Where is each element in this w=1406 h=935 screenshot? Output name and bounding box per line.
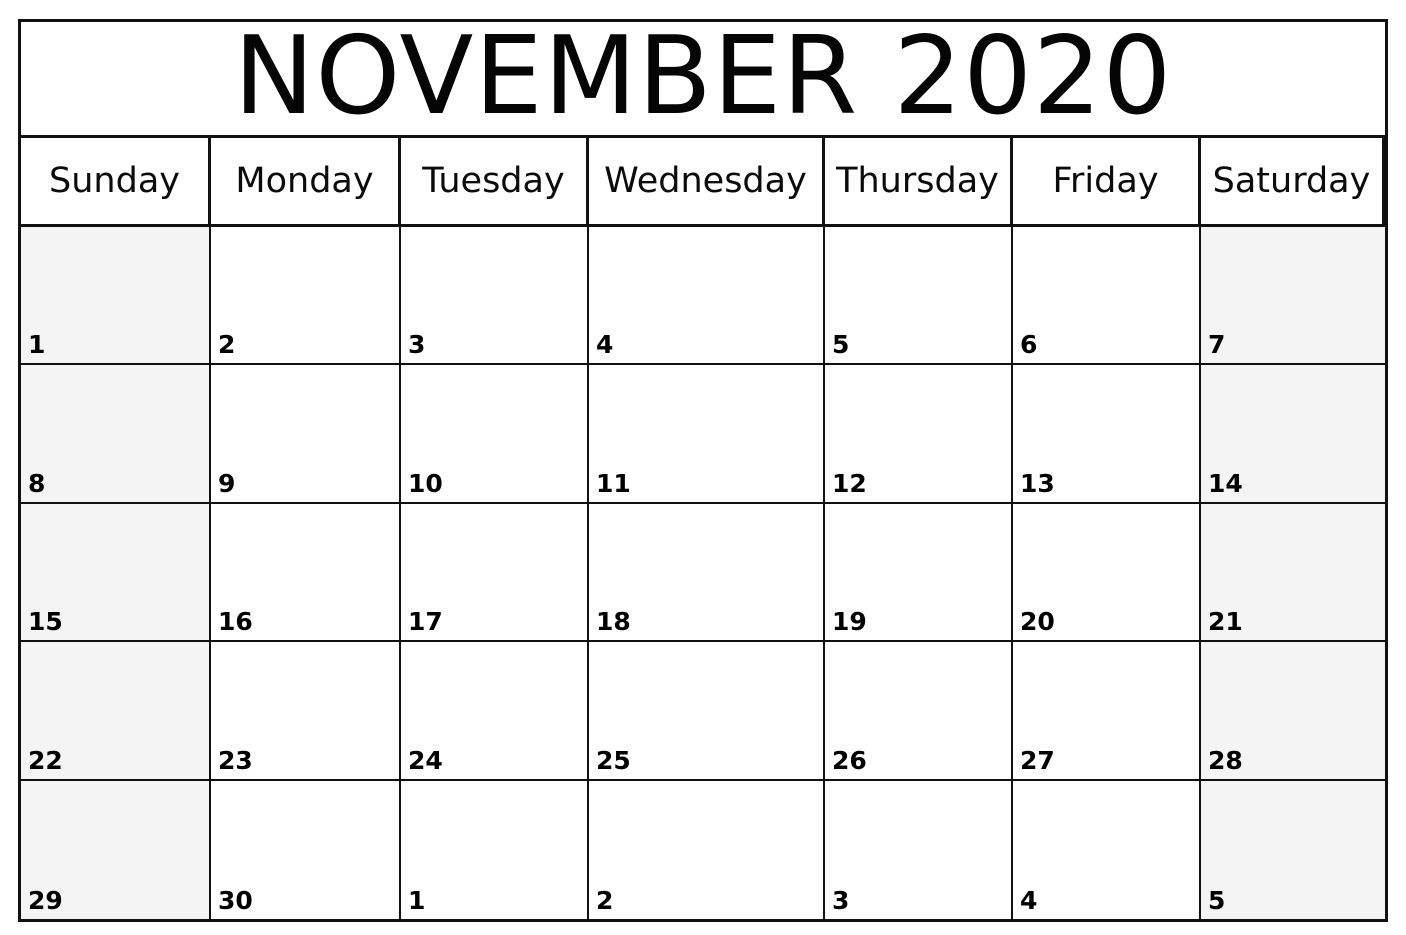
calendar-day-cell[interactable]: 1 — [401, 781, 589, 919]
calendar-day-cell[interactable]: 1 — [21, 227, 211, 365]
day-number: 20 — [1020, 607, 1055, 636]
day-number: 13 — [1020, 469, 1055, 498]
day-of-week-label: Wednesday — [604, 160, 807, 201]
calendar-day-cell[interactable]: 28 — [1201, 642, 1385, 781]
day-number: 2 — [596, 886, 614, 915]
calendar-grid: Sunday Monday Tuesday Wednesday Thursday Frid… — [21, 138, 1385, 922]
calendar-day-cell[interactable]: 14 — [1201, 365, 1385, 504]
calendar-day-cell[interactable]: 9 — [211, 365, 401, 504]
day-number: 16 — [218, 607, 253, 636]
day-number: 30 — [218, 886, 253, 915]
day-of-week-header: Tuesday — [401, 138, 589, 227]
calendar-day-cell[interactable]: 7 — [1201, 227, 1385, 365]
calendar-day-cell[interactable]: 8 — [21, 365, 211, 504]
day-number: 1 — [408, 886, 426, 915]
calendar-day-cell[interactable]: 5 — [825, 227, 1013, 365]
calendar-day-cell[interactable]: 11 — [589, 365, 825, 504]
calendar-day-cell[interactable]: 2 — [211, 227, 401, 365]
day-of-week-header: Saturday — [1201, 138, 1385, 227]
day-number: 8 — [28, 469, 46, 498]
calendar-day-cell[interactable]: 22 — [21, 642, 211, 781]
calendar-day-cell[interactable]: 29 — [21, 781, 211, 919]
day-number: 7 — [1208, 330, 1226, 359]
day-number: 23 — [218, 746, 253, 775]
day-number: 9 — [218, 469, 236, 498]
calendar-day-cell[interactable]: 23 — [211, 642, 401, 781]
day-of-week-header: Monday — [211, 138, 401, 227]
day-of-week-header: Wednesday — [589, 138, 825, 227]
day-number: 29 — [28, 886, 63, 915]
day-number: 5 — [832, 330, 850, 359]
calendar-day-cell[interactable]: 16 — [211, 504, 401, 642]
calendar-day-cell[interactable]: 24 — [401, 642, 589, 781]
day-number: 15 — [28, 607, 63, 636]
day-number: 25 — [596, 746, 631, 775]
day-number: 10 — [408, 469, 443, 498]
day-number: 4 — [596, 330, 614, 359]
calendar-day-cell[interactable]: 3 — [401, 227, 589, 365]
calendar-day-cell[interactable]: 5 — [1201, 781, 1385, 919]
day-number: 3 — [832, 886, 850, 915]
day-of-week-label: Saturday — [1212, 160, 1371, 201]
calendar-day-cell[interactable]: 4 — [589, 227, 825, 365]
day-number: 11 — [596, 469, 631, 498]
day-number: 21 — [1208, 607, 1243, 636]
day-of-week-header: Sunday — [21, 138, 211, 227]
day-number: 26 — [832, 746, 867, 775]
calendar-day-cell[interactable]: 20 — [1013, 504, 1201, 642]
day-number: 12 — [832, 469, 867, 498]
calendar-day-cell[interactable]: 17 — [401, 504, 589, 642]
day-of-week-label: Thursday — [836, 160, 999, 201]
day-number: 17 — [408, 607, 443, 636]
page-title: NOVEMBER 2020 — [233, 22, 1173, 138]
calendar: NOVEMBER 2020 Sunday Monday Tuesday Wednesd… — [18, 19, 1388, 922]
calendar-day-cell[interactable]: 15 — [21, 504, 211, 642]
day-of-week-label: Friday — [1052, 160, 1159, 201]
calendar-day-cell[interactable]: 21 — [1201, 504, 1385, 642]
calendar-day-cell[interactable]: 12 — [825, 365, 1013, 504]
day-number: 3 — [408, 330, 426, 359]
day-of-week-header: Thursday — [825, 138, 1013, 227]
calendar-day-cell[interactable]: 13 — [1013, 365, 1201, 504]
calendar-day-cell[interactable]: 10 — [401, 365, 589, 504]
calendar-day-cell[interactable]: 25 — [589, 642, 825, 781]
calendar-day-cell[interactable]: 4 — [1013, 781, 1201, 919]
day-of-week-label: Monday — [235, 160, 374, 201]
day-number: 18 — [596, 607, 631, 636]
calendar-day-cell[interactable]: 6 — [1013, 227, 1201, 365]
day-number: 5 — [1208, 886, 1226, 915]
day-number: 4 — [1020, 886, 1038, 915]
calendar-day-cell[interactable]: 19 — [825, 504, 1013, 642]
day-number: 27 — [1020, 746, 1055, 775]
calendar-day-cell[interactable]: 3 — [825, 781, 1013, 919]
calendar-day-cell[interactable]: 2 — [589, 781, 825, 919]
day-number: 19 — [832, 607, 867, 636]
day-number: 1 — [28, 330, 46, 359]
calendar-day-cell[interactable]: 26 — [825, 642, 1013, 781]
calendar-title-bar: NOVEMBER 2020 — [21, 22, 1385, 138]
calendar-day-cell[interactable]: 27 — [1013, 642, 1201, 781]
calendar-day-cell[interactable]: 30 — [211, 781, 401, 919]
day-of-week-label: Sunday — [49, 160, 180, 201]
calendar-day-cell[interactable]: 18 — [589, 504, 825, 642]
day-number: 28 — [1208, 746, 1243, 775]
day-of-week-label: Tuesday — [422, 160, 565, 201]
day-number: 6 — [1020, 330, 1038, 359]
day-number: 2 — [218, 330, 236, 359]
day-number: 24 — [408, 746, 443, 775]
day-number: 14 — [1208, 469, 1243, 498]
day-number: 22 — [28, 746, 63, 775]
day-of-week-header: Friday — [1013, 138, 1201, 227]
